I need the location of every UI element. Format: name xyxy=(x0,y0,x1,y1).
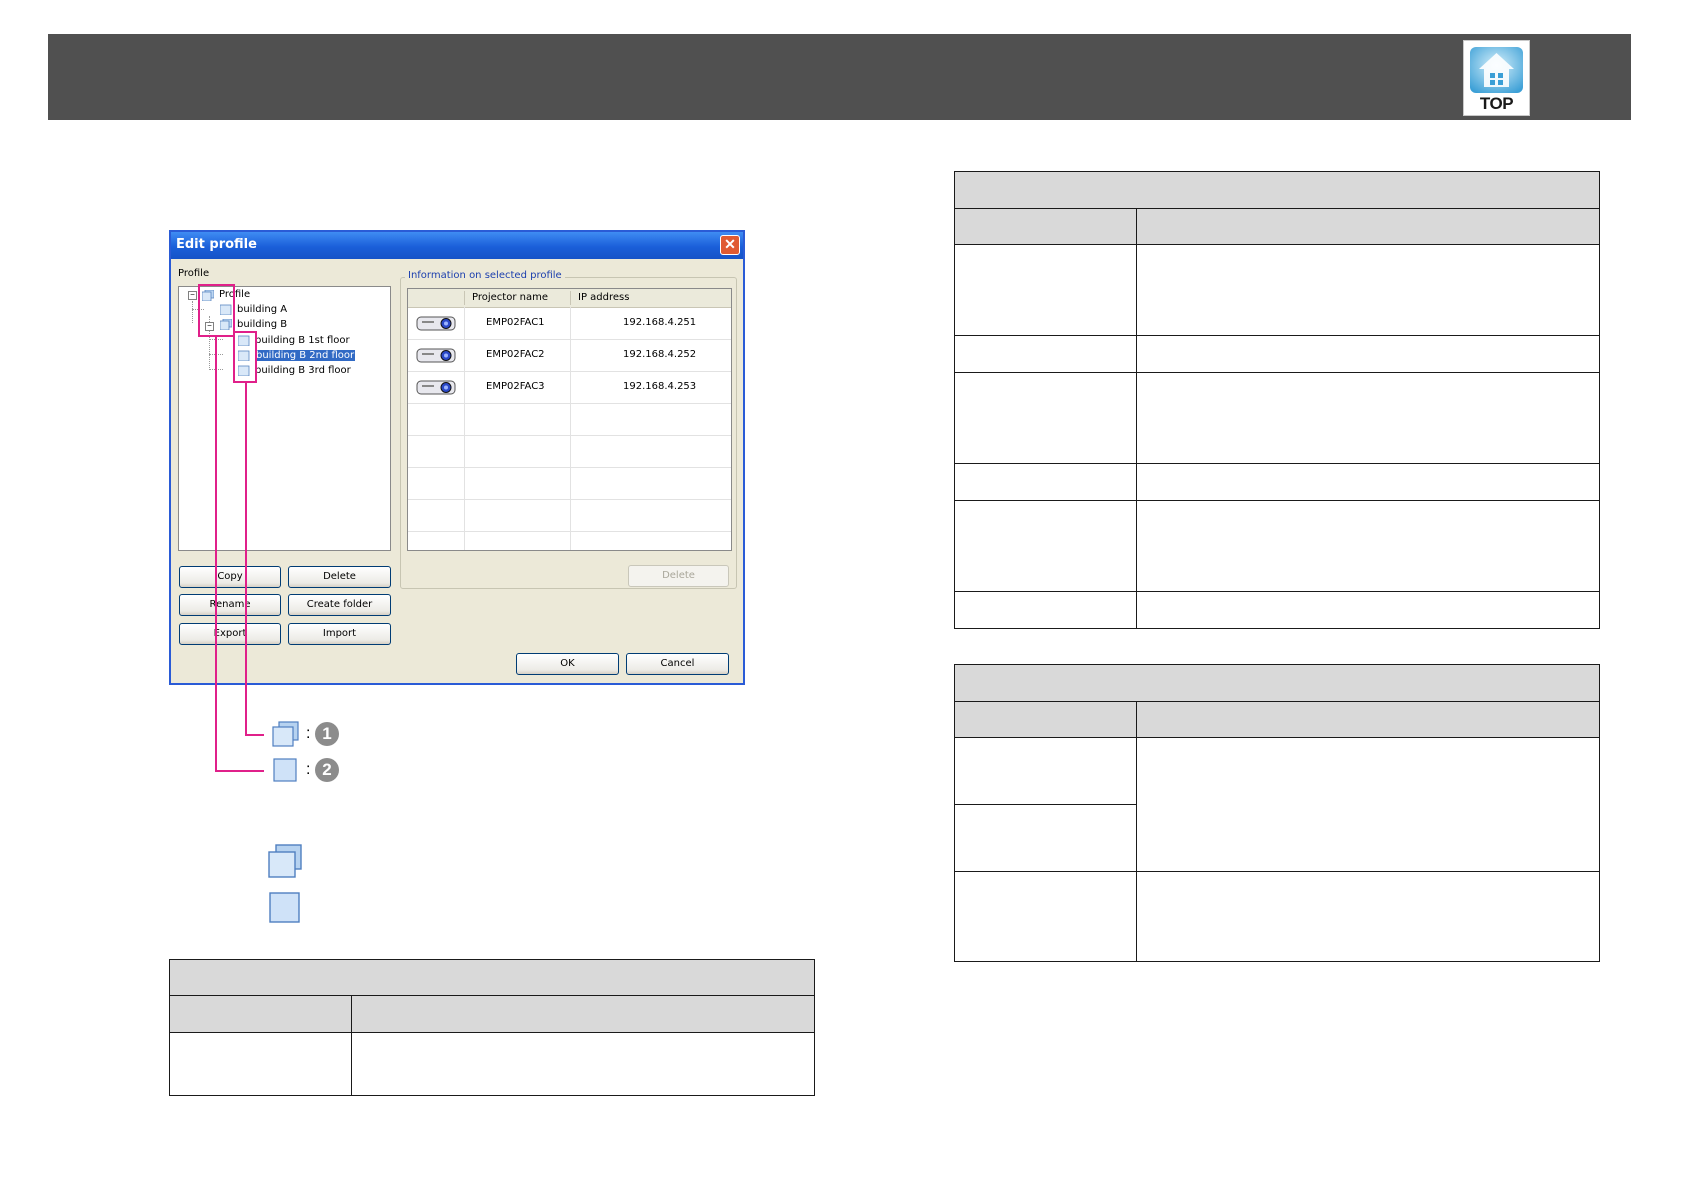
profile-label: Profile xyxy=(178,268,210,279)
edit-profile-dialog: Edit profile ✕ Profile − Profile buildin… xyxy=(169,230,745,685)
projector-icon xyxy=(416,316,456,331)
rename-button[interactable]: Rename xyxy=(179,594,281,616)
highlight-frame xyxy=(233,331,257,383)
table-cell xyxy=(1136,737,1600,872)
projector-name: EMP02FAC1 xyxy=(486,317,545,328)
projector-name: EMP02FAC3 xyxy=(486,381,545,392)
table-cell xyxy=(1136,591,1600,629)
projector-list[interactable]: Projector name IP address EMP02FAC1 192.… xyxy=(407,288,732,551)
legend-row: : 1 xyxy=(272,720,352,754)
header-bar xyxy=(48,34,1631,120)
legend-colon: : xyxy=(306,761,311,778)
tree-node-building-b-3rd-floor[interactable]: building B 3rd floor xyxy=(255,365,351,376)
table-cell xyxy=(954,463,1137,501)
table-title-cell xyxy=(169,959,815,996)
table-cell xyxy=(954,244,1137,336)
ok-button[interactable]: OK xyxy=(516,653,619,675)
callout-number: 2 xyxy=(315,758,339,782)
callout-line xyxy=(245,734,264,736)
table-cell xyxy=(1136,871,1600,962)
highlight-frame xyxy=(198,284,235,337)
dialog-title: Edit profile xyxy=(176,237,257,252)
table-cell xyxy=(954,804,1137,872)
delete-profile-button[interactable]: Delete xyxy=(288,566,391,588)
callout-line xyxy=(215,770,264,772)
folder-icon xyxy=(273,758,297,782)
legend-row: : 2 xyxy=(272,756,352,790)
ip-address: 192.168.4.251 xyxy=(623,317,697,328)
folder-stack-icon xyxy=(268,844,302,878)
right-table-top xyxy=(954,171,1600,629)
table-header-cell xyxy=(169,995,352,1033)
tree-node-building-b[interactable]: building B xyxy=(237,319,287,330)
ip-address: 192.168.4.252 xyxy=(623,349,697,360)
collapse-icon[interactable]: − xyxy=(188,291,197,300)
projector-name: EMP02FAC2 xyxy=(486,349,545,360)
table-cell xyxy=(954,500,1137,592)
table-header-cell xyxy=(1136,701,1600,738)
create-folder-button[interactable]: Create folder xyxy=(288,594,391,616)
table-cell xyxy=(954,372,1137,464)
table-cell xyxy=(1136,500,1600,592)
table-cell xyxy=(954,335,1137,373)
close-icon[interactable]: ✕ xyxy=(720,235,740,255)
folder-stack-icon xyxy=(272,721,299,747)
table-cell xyxy=(169,1032,352,1096)
column-header-ip-address[interactable]: IP address xyxy=(578,292,629,303)
table-header-cell xyxy=(1136,208,1600,245)
legend-colon: : xyxy=(306,725,311,742)
table-title-cell xyxy=(954,171,1600,209)
right-table-bottom xyxy=(954,664,1600,962)
table-cell xyxy=(351,1032,815,1096)
table-cell xyxy=(1136,463,1600,501)
delete-projector-button[interactable]: Delete xyxy=(628,565,729,587)
column-header-projector-name[interactable]: Projector name xyxy=(472,292,548,303)
left-table xyxy=(169,959,815,1096)
projector-icon xyxy=(416,348,456,363)
tree-node-building-a[interactable]: building A xyxy=(237,304,287,315)
dialog-titlebar: Edit profile ✕ xyxy=(171,232,743,259)
folder-icon xyxy=(269,892,300,923)
ip-address: 192.168.4.253 xyxy=(623,381,697,392)
tree-node-building-b-2nd-floor[interactable]: building B 2nd floor xyxy=(255,350,356,361)
callout-line xyxy=(245,382,247,736)
top-link[interactable]: TOP xyxy=(1463,40,1530,116)
list-header: Projector name IP address xyxy=(408,289,731,308)
table-cell xyxy=(1136,335,1600,373)
callout-number: 1 xyxy=(315,722,339,746)
import-button[interactable]: Import xyxy=(288,623,391,645)
table-header-cell xyxy=(954,701,1137,738)
cancel-button[interactable]: Cancel xyxy=(626,653,729,675)
copy-button[interactable]: Copy xyxy=(179,566,281,588)
tree-node-building-b-1st-floor[interactable]: building B 1st floor xyxy=(255,335,350,346)
home-icon xyxy=(1470,47,1523,93)
table-header-cell xyxy=(351,995,815,1033)
table-cell xyxy=(1136,244,1600,336)
table-header-cell xyxy=(954,208,1137,245)
export-button[interactable]: Export xyxy=(179,623,281,645)
table-cell xyxy=(954,871,1137,962)
table-cell xyxy=(954,737,1137,805)
info-group-title: Information on selected profile xyxy=(405,270,565,281)
projector-icon xyxy=(416,380,456,395)
table-cell xyxy=(1136,372,1600,464)
top-label: TOP xyxy=(1479,94,1514,113)
callout-line xyxy=(215,336,217,772)
table-title-cell xyxy=(954,664,1600,702)
table-cell xyxy=(954,591,1137,629)
